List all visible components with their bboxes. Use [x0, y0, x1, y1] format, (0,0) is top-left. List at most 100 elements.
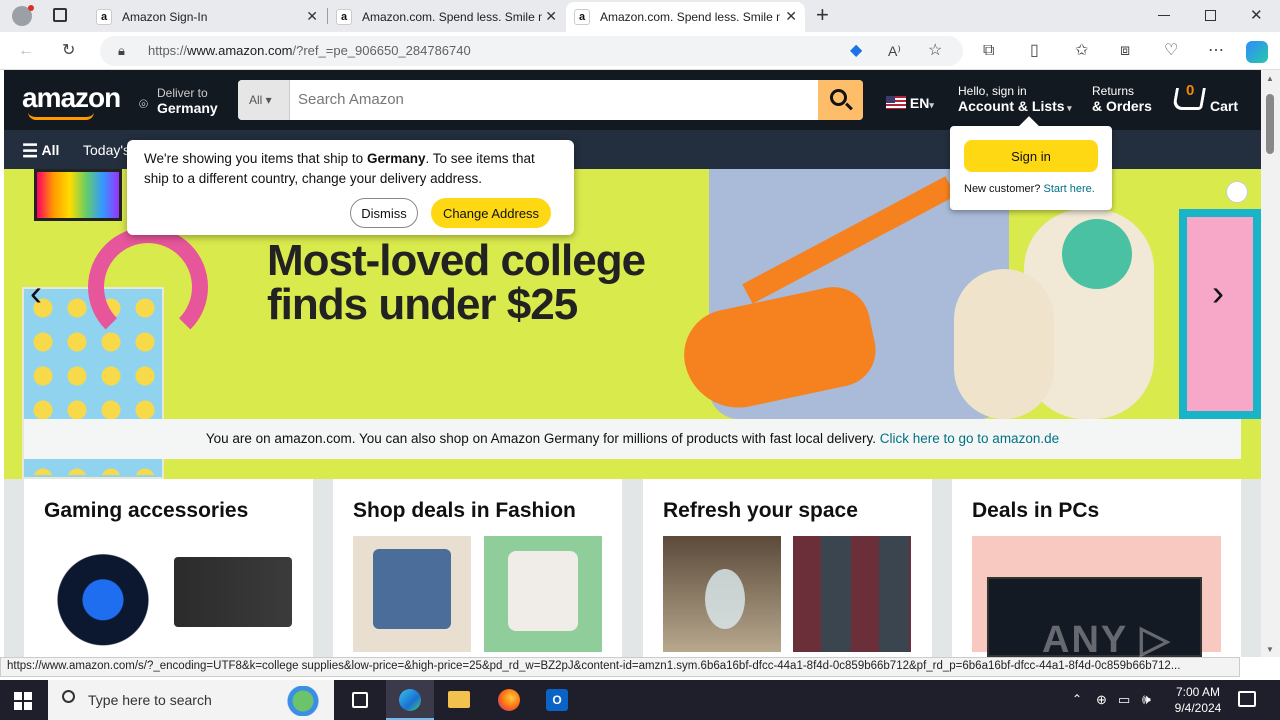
scroll-down-icon[interactable]: ▼	[1266, 645, 1274, 654]
amazon-favicon-icon: a	[336, 9, 352, 25]
go-to-amazon-de-link[interactable]: Click here to go to amazon.de	[880, 431, 1059, 446]
all-menu-button[interactable]: ☰ All	[22, 141, 59, 162]
start-here-link[interactable]: Start here.	[1043, 183, 1094, 195]
browser-toolbar: ← ↻ 🔒︎ https://www.amazon.com/?ref_=pe_9…	[0, 32, 1280, 70]
extensions-icon[interactable]: ⧉	[983, 41, 994, 61]
profile-notification-dot	[28, 5, 34, 11]
slipper-2-image	[954, 269, 1054, 419]
edge-taskbar-icon[interactable]	[386, 680, 434, 720]
address-bar[interactable]: 🔒︎ https://www.amazon.com/?ref_=pe_90665…	[100, 36, 963, 66]
close-tab-icon[interactable]: ✕	[545, 8, 557, 25]
firefox-icon[interactable]	[498, 689, 520, 711]
scroll-up-icon[interactable]: ▲	[1266, 74, 1274, 83]
favorites-icon[interactable]: ✩	[1075, 41, 1088, 61]
scroll-thumb[interactable]	[1266, 94, 1274, 154]
dismiss-button[interactable]: Dismiss	[350, 198, 418, 228]
favorite-star-icon[interactable]: ☆	[928, 41, 942, 61]
todays-deals-link[interactable]: Today's	[83, 142, 130, 158]
windows-start-icon[interactable]	[14, 692, 32, 710]
cart-count: 0	[1186, 82, 1195, 99]
change-address-button[interactable]: Change Address	[431, 198, 551, 228]
card-fashion-deals[interactable]: Shop deals in Fashion	[333, 479, 622, 657]
orders-label: & Orders	[1092, 98, 1152, 114]
url-text[interactable]: https://www.amazon.com/?ref_=pe_906650_2…	[148, 43, 471, 58]
collections-icon[interactable]: ⧈	[1120, 41, 1130, 61]
card-title: Deals in PCs	[972, 499, 1100, 522]
close-tab-icon[interactable]: ✕	[306, 8, 318, 25]
returns-orders[interactable]: Returns & Orders	[1092, 84, 1152, 120]
close-window-button[interactable]: ✕	[1250, 6, 1263, 24]
amazon-de-notice: You are on amazon.com. You can also shop…	[24, 419, 1241, 459]
language-selector[interactable]: EN▾	[886, 95, 934, 115]
read-aloud-icon[interactable]: A⁾	[888, 41, 901, 61]
ship-to-popup: We're showing you items that ship to Ger…	[127, 140, 574, 235]
more-menu-icon[interactable]: ⋯	[1208, 41, 1224, 61]
card-gaming-accessories[interactable]: Gaming accessories	[24, 479, 313, 657]
notifications-icon[interactable]	[1238, 691, 1256, 707]
amazon-logo[interactable]: amazon	[22, 82, 121, 114]
lock-icon[interactable]: 🔒︎	[118, 41, 125, 61]
tab-amazon-signin[interactable]: a Amazon Sign-In ✕	[88, 2, 326, 32]
towels-image[interactable]	[793, 536, 911, 652]
tab-amazon-home-active[interactable]: a Amazon.com. Spend less. Smile m ✕	[566, 2, 805, 32]
taskbar-search-box[interactable]: Type here to search	[48, 680, 334, 720]
cart-label: Cart	[1210, 98, 1239, 114]
tab-title: Amazon.com. Spend less. Smile m	[362, 10, 542, 24]
network-icon[interactable]: ⊕	[1096, 692, 1107, 708]
headset-image[interactable]	[44, 536, 162, 652]
back-icon[interactable]: ←	[18, 41, 34, 61]
amazon-favicon-icon: a	[96, 9, 112, 25]
us-flag-icon	[886, 96, 906, 109]
new-customer-label: New customer?	[964, 183, 1041, 195]
carousel-next-button[interactable]: ›	[1212, 272, 1224, 314]
link-status-bar: https://www.amazon.com/s/?_encoding=UTF8…	[0, 657, 1240, 677]
carousel-prev-button[interactable]: ‹	[30, 272, 42, 314]
search-category-select[interactable]: All ▾	[238, 80, 290, 120]
volume-icon[interactable]: 🕪︎	[1142, 691, 1151, 708]
card-title: Shop deals in Fashion	[353, 499, 576, 522]
split-screen-icon[interactable]: ▯	[1030, 41, 1039, 61]
shopping-tag-icon[interactable]: ◆	[850, 41, 862, 61]
hero-headline: Most-loved college finds under $25	[267, 236, 646, 329]
restore-button[interactable]	[1205, 10, 1216, 21]
page-scrollbar[interactable]: ▲ ▼	[1261, 70, 1280, 657]
signin-popup: Sign in New customer? Start here.	[950, 116, 1112, 210]
cart-button[interactable]: 0 Cart	[1172, 82, 1252, 118]
keyboard-image[interactable]	[174, 557, 292, 627]
ethernet-icon[interactable]: ▭	[1118, 692, 1130, 708]
task-view-icon[interactable]	[352, 692, 368, 708]
card-title: Refresh your space	[663, 499, 858, 522]
signin-button[interactable]: Sign in	[964, 140, 1098, 172]
clock[interactable]: 7:00 AM 9/4/2024	[1168, 684, 1228, 716]
deliver-to-widget[interactable]: ⌾ Deliver to Germany	[139, 84, 229, 118]
search-input[interactable]: Search Amazon	[298, 91, 404, 108]
deliver-to-label: Deliver to	[157, 86, 208, 100]
tab-actions-icon[interactable]	[53, 8, 67, 22]
location-pin-icon: ⌾	[139, 96, 149, 113]
show-hidden-icons[interactable]: ⌃	[1072, 692, 1082, 706]
picture-frame-image	[1179, 209, 1261, 419]
slipper-smiley-icon	[1062, 219, 1132, 289]
palette-image	[34, 169, 122, 221]
taskbar-search-placeholder: Type here to search	[88, 692, 212, 708]
card-deals-pcs[interactable]: Deals in PCs ANY ▷ RUN	[952, 479, 1241, 704]
outlook-icon[interactable]: O	[546, 689, 568, 711]
logo-smile-icon	[28, 112, 94, 120]
card-refresh-space[interactable]: Refresh your space	[643, 479, 932, 657]
new-tab-button[interactable]: +	[816, 2, 829, 28]
tab-title: Amazon Sign-In	[122, 10, 208, 24]
browser-essentials-icon[interactable]: ♡	[1164, 41, 1178, 61]
visual-search-icon[interactable]	[1226, 181, 1248, 203]
search-button[interactable]	[818, 80, 863, 120]
ship-to-message: We're showing you items that ship to Ger…	[144, 151, 535, 186]
file-explorer-icon[interactable]	[448, 691, 470, 708]
clock-time: 7:00 AM	[1175, 685, 1221, 699]
minimize-button[interactable]	[1158, 15, 1170, 16]
tab-amazon-home-1[interactable]: a Amazon.com. Spend less. Smile m ✕	[328, 2, 565, 32]
copilot-icon[interactable]	[1246, 41, 1268, 63]
close-tab-icon[interactable]: ✕	[785, 8, 797, 25]
account-lists-label: Account & Lists	[958, 98, 1065, 114]
amazon-favicon-icon: a	[574, 9, 590, 25]
refresh-icon[interactable]: ↻	[62, 41, 75, 61]
account-lists-menu[interactable]: Hello, sign in Account & Lists ▾	[958, 84, 1076, 120]
